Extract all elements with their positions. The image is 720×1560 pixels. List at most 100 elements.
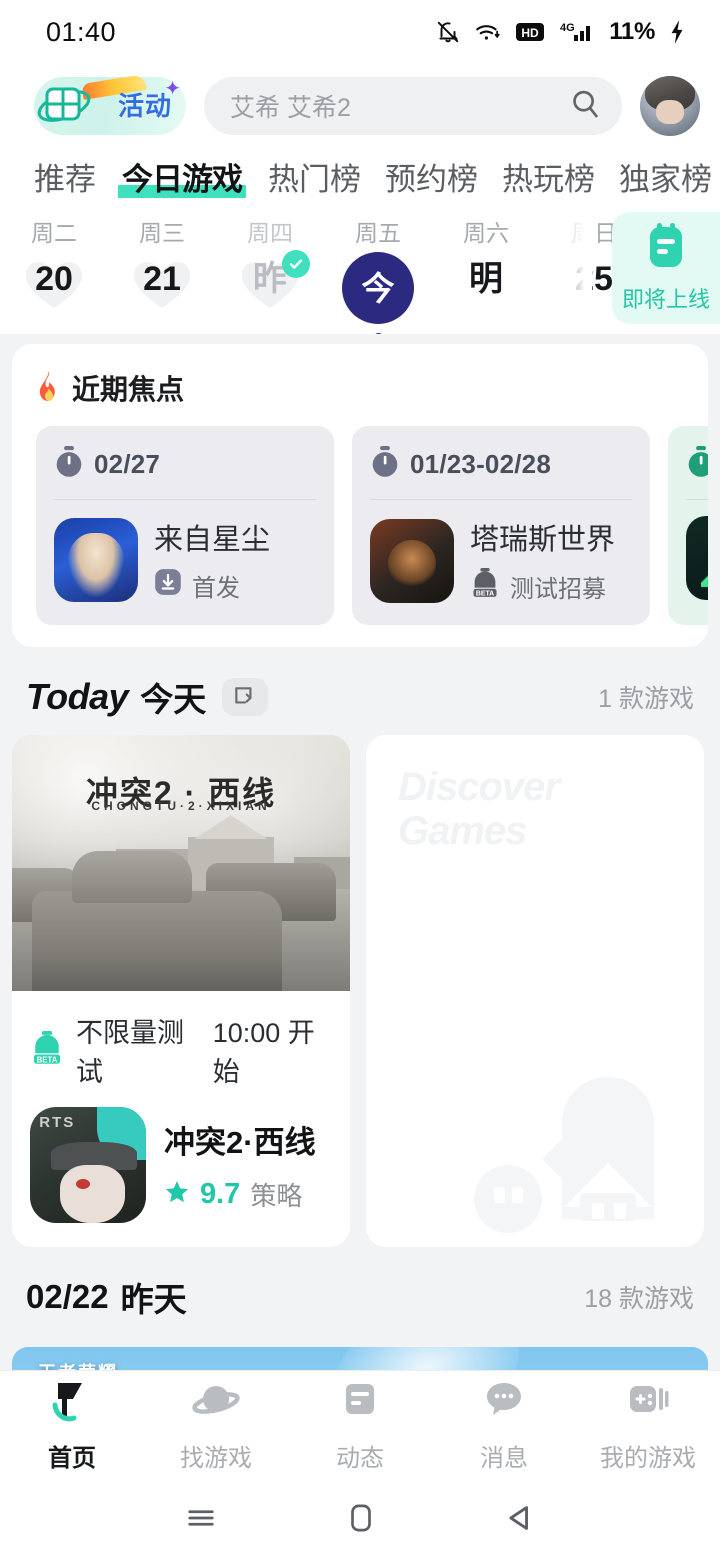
status-icon-group: HD 4G 11% (435, 18, 686, 46)
date-number: 25 (575, 260, 613, 298)
today-title-en: Today (26, 676, 129, 717)
tab-recommend[interactable]: 推荐 (34, 154, 96, 199)
focus-card-meta: 来自星尘 首发 (154, 516, 270, 603)
game-rating-row: 9.7 策略 (164, 1176, 316, 1213)
feed-icon (336, 1379, 384, 1430)
rounded-square-icon[interactable] (344, 1501, 378, 1540)
home-icon (48, 1379, 96, 1430)
wifi-icon (474, 19, 502, 45)
tab-today-games[interactable]: 今日游戏 (118, 154, 246, 199)
game-icon (54, 517, 138, 602)
category-tab-bar[interactable]: 推荐 今日游戏 热门榜 预约榜 热玩榜 独家榜 热卖 (0, 148, 720, 204)
tab-preorder-rank[interactable]: 预约榜 (385, 154, 478, 199)
bottom-navigation-bar[interactable]: 首页 找游戏 动态 消息 我的游戏 (0, 1370, 720, 1480)
tab-hot-rank[interactable]: 热门榜 (268, 154, 361, 199)
date-item-today[interactable]: 周五 今 (324, 204, 432, 334)
focus-card-game-row: 塔瑞斯世界 BETA 测试招募 (370, 516, 632, 605)
recent-focus-card: 近期焦点 02/27 来自星尘 首发 01/23-02/28 塔瑞斯世界 BET… (12, 344, 708, 647)
banner-title-small: 王者荣耀 (38, 1363, 170, 1370)
date-weekday: 周日 (571, 220, 617, 246)
focus-card-tag-label: 首发 (192, 575, 240, 602)
tab-exclusive-rank[interactable]: 独家榜 (619, 154, 712, 199)
sparkle-icon: ✦ (164, 78, 181, 100)
discover-games-placeholder[interactable]: Discover Games (366, 735, 704, 1247)
hd-icon: HD (515, 20, 545, 44)
search-placeholder-text: 艾希 艾希2 (230, 94, 351, 122)
date-weekday: 周三 (139, 220, 185, 246)
icon-rts-label: RTS (39, 1113, 76, 1131)
yesterday-banner[interactable]: 王者荣耀 星之破晓 (12, 1347, 708, 1370)
focus-card-tag-row: BETA 测试招募 (470, 568, 615, 605)
nav-label: 找游戏 (180, 1444, 252, 1472)
game-icon (686, 516, 708, 600)
tab-popular-rank[interactable]: 热玩榜 (502, 154, 595, 199)
beta-stopwatch-icon: BETA (30, 1030, 64, 1070)
status-bar: 01:40 HD 4G 11% (0, 0, 720, 64)
focus-card-date-row: 02/27 (54, 446, 316, 483)
today-section-header: Today 今天 1 款游戏 (0, 647, 720, 735)
nav-label: 动态 (336, 1444, 384, 1472)
upcoming-label: 即将上线 (621, 286, 710, 312)
stopwatch-icon (686, 446, 708, 483)
status-time: 01:40 (46, 16, 117, 47)
stopwatch-icon (54, 446, 84, 483)
focus-card[interactable]: 01/23-02/28 塔瑞斯世界 BETA 测试招募 (352, 426, 650, 625)
yesterday-banner-title: 王者荣耀 星之破晓 (38, 1363, 170, 1370)
focus-card[interactable]: 02/27 来自星尘 首发 (36, 426, 334, 625)
today-card-row[interactable]: 冲突2 · 西线 CHONGTU·2·XIXIAN BETA 不限量测试 10:… (0, 735, 720, 1247)
upcoming-releases-button[interactable]: 即将上线 (612, 212, 720, 324)
system-navigation-bar[interactable] (0, 1480, 720, 1560)
triangle-left-icon[interactable] (503, 1501, 537, 1540)
game-banner-image[interactable]: 冲突2 · 西线 CHONGTU·2·XIXIAN (12, 735, 350, 991)
app-root: 01:40 HD 4G 11% 活动 ✦ 艾希 艾希2 推荐 今日游戏 热门榜 … (0, 0, 720, 1560)
date-number: 明 (469, 260, 503, 298)
nav-item-home[interactable]: 首页 (0, 1379, 144, 1473)
game-icon (370, 518, 454, 603)
nav-item-find-games[interactable]: 找游戏 (144, 1379, 288, 1473)
date-strip[interactable]: 周二 20 周三 21 周四 昨 周五 今 周六 明 周日 25 即将上线 (0, 204, 720, 334)
divider (370, 499, 632, 500)
divider (54, 499, 316, 500)
game-summary-row[interactable]: RTS 冲突2·西线 9.7 策略 (12, 1089, 350, 1223)
hamburger-icon[interactable] (183, 1503, 219, 1538)
app-header: 活动 ✦ 艾希 艾希2 (0, 64, 720, 148)
today-game-count: 1 款游戏 (598, 685, 694, 713)
svg-text:4G: 4G (560, 22, 575, 34)
svg-text:BETA: BETA (476, 591, 494, 598)
nav-item-my-games[interactable]: 我的游戏 (576, 1379, 720, 1473)
nav-item-messages[interactable]: 消息 (432, 1379, 576, 1473)
stopwatch-icon (370, 446, 400, 483)
date-item-21[interactable]: 周三 21 (108, 204, 216, 308)
date-number: 今 (342, 252, 414, 324)
date-item-20[interactable]: 周二 20 (0, 204, 108, 308)
game-card[interactable]: 冲突2 · 西线 CHONGTU·2·XIXIAN BETA 不限量测试 10:… (12, 735, 350, 1247)
refresh-icon[interactable] (222, 678, 269, 716)
date-item-yesterday[interactable]: 周四 昨 (216, 204, 324, 308)
search-icon[interactable] (568, 87, 602, 126)
nav-item-feed[interactable]: 动态 (288, 1379, 432, 1473)
placeholder-line-2: Games (398, 809, 527, 853)
divider (686, 499, 708, 500)
focus-card[interactable] (668, 426, 708, 625)
nav-label: 我的游戏 (600, 1444, 696, 1472)
nav-label: 首页 (48, 1444, 96, 1472)
banner-orb (318, 1347, 537, 1370)
focus-card-tag-label: 测试招募 (510, 576, 606, 603)
placeholder-line-1: Discover (398, 765, 560, 809)
placeholder-title: Discover Games (398, 765, 560, 853)
activity-promo-button[interactable]: 活动 ✦ (34, 74, 186, 135)
yesterday-label: 昨天 (120, 1281, 187, 1318)
svg-text:HD: HD (522, 26, 540, 40)
content-scroll-area[interactable]: 近期焦点 02/27 来自星尘 首发 01/23-02/28 塔瑞斯世界 BET… (0, 334, 720, 1370)
recent-focus-list[interactable]: 02/27 来自星尘 首发 01/23-02/28 塔瑞斯世界 BETA 测试招… (36, 426, 708, 625)
avatar[interactable] (640, 76, 700, 136)
beta-icon: BETA (470, 568, 500, 605)
date-item-tomorrow[interactable]: 周六 明 (432, 204, 540, 296)
recent-focus-header: 近期焦点 (36, 368, 708, 408)
date-weekday: 周四 (247, 220, 293, 246)
search-input[interactable]: 艾希 艾希2 (204, 77, 622, 135)
game-score: 9.7 (200, 1178, 241, 1210)
fire-icon (36, 370, 62, 406)
date-weekday: 周二 (31, 220, 77, 246)
banner-tank-main (32, 851, 283, 991)
